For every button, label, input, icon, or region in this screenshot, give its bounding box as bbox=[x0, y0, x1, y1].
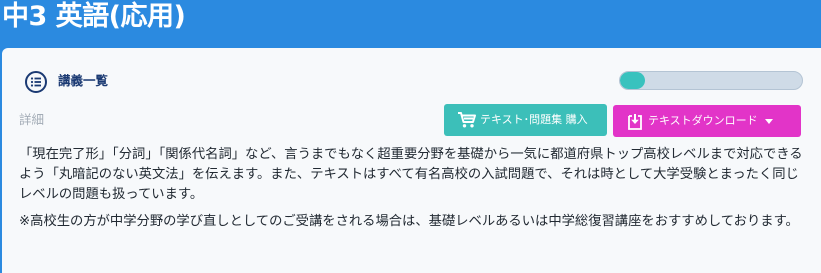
download-icon bbox=[628, 113, 642, 130]
download-button-label: テキストダウンロード bbox=[648, 114, 758, 127]
cart-icon bbox=[458, 112, 476, 128]
detail-label: 詳細 bbox=[19, 112, 45, 127]
page-header: 中3 英語(応用) bbox=[0, 0, 821, 46]
description-paragraph: 「現在完了形」「分詞」「関係代名詞」など、言うまでもなく超重要分野を基礎から一気… bbox=[19, 147, 803, 202]
page-title: 中3 英語(応用) bbox=[2, 1, 186, 32]
purchase-text-button[interactable]: テキスト･問題集 購入 bbox=[444, 104, 607, 136]
purchase-button-label: テキスト･問題集 購入 bbox=[480, 113, 588, 126]
progress-fill bbox=[620, 72, 646, 89]
lecture-list-link[interactable]: 講義一覧 bbox=[58, 73, 108, 89]
note-paragraph: ※高校生の方が中学分野の学び直しとしてのご受講をされる場合は、基礎レベルあるいは… bbox=[19, 214, 799, 229]
progress-bar bbox=[619, 71, 803, 90]
list-icon bbox=[25, 71, 47, 93]
download-text-button[interactable]: テキストダウンロード bbox=[613, 105, 801, 137]
caret-down-icon bbox=[764, 118, 773, 124]
course-card: 講義一覧 詳細 テキスト･問題集 購入 テキストダウンロード 「現在完了形」「分… bbox=[2, 48, 821, 273]
